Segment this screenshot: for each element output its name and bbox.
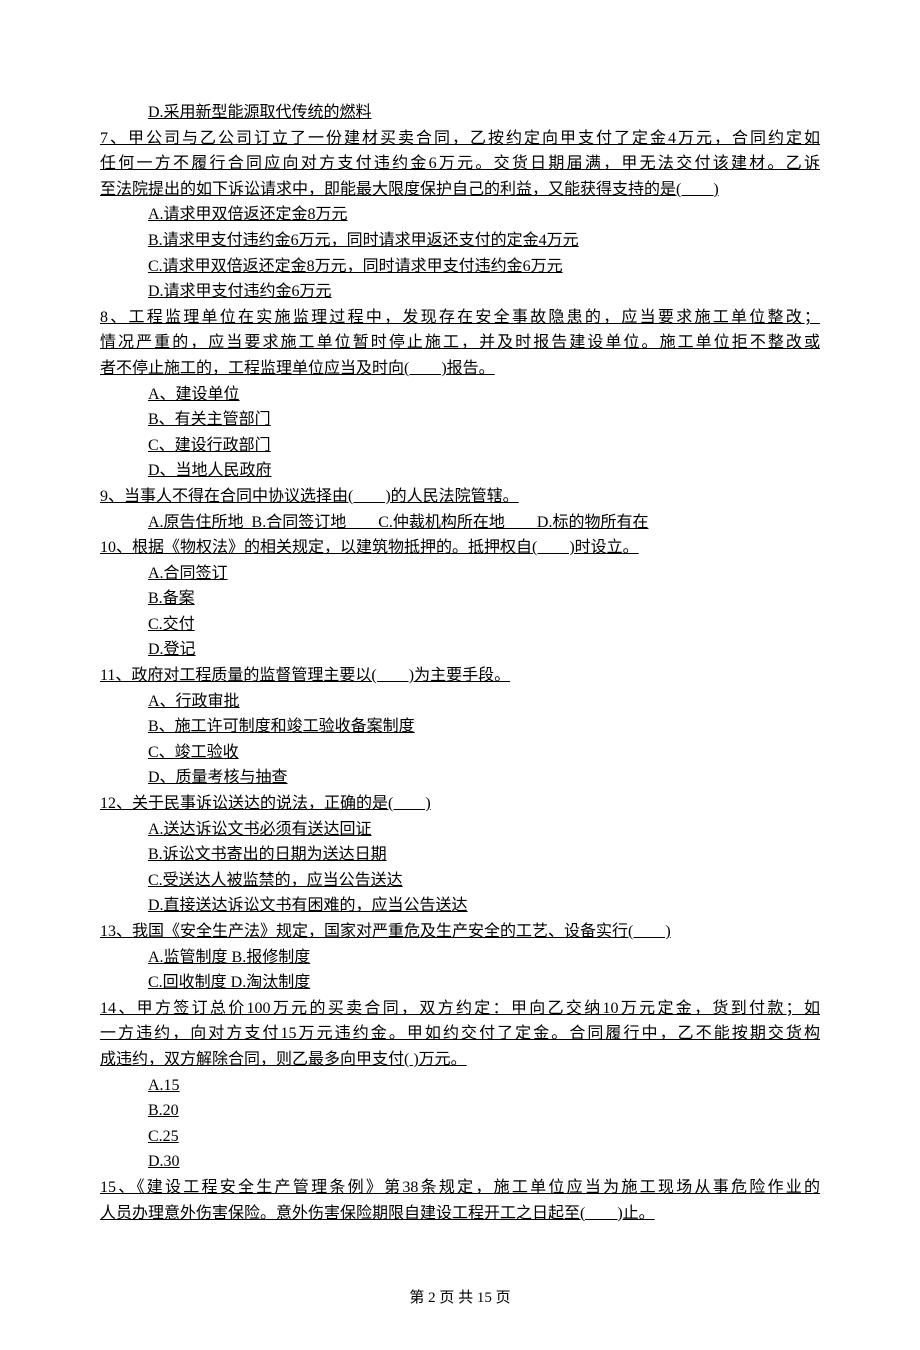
- q14-stem-line2: 一方违约，向对方支付15万元违约金。甲如约交付了定金。合同履行中，乙不能按期交货…: [100, 1021, 820, 1047]
- q11-option-c: C、竣工验收: [100, 740, 820, 766]
- q12-option-a: A.送达诉讼文书必须有送达回证: [100, 817, 820, 843]
- q14-option-d: D.30: [100, 1149, 820, 1175]
- q9-options: A.原告住所地 B.合同签订地 C.仲裁机构所在地 D.标的物所有在: [100, 510, 820, 536]
- q8-option-c: C、建设行政部门: [100, 433, 820, 459]
- q15-stem-line2: 人员办理意外伤害保险。意外伤害保险期限自建设工程开工之日起至( )止。: [100, 1201, 820, 1227]
- q7-option-a: A.请求甲双倍返还定金8万元: [100, 202, 820, 228]
- q10-option-a: A.合同签订: [100, 561, 820, 587]
- q11-stem: 11、政府对工程质量的监督管理主要以( )为主要手段。: [100, 663, 820, 689]
- q12-option-d: D.直接送达诉讼文书有困难的，应当公告送达: [100, 893, 820, 919]
- q14-option-c: C.25: [100, 1124, 820, 1150]
- q8-option-b: B、有关主管部门: [100, 407, 820, 433]
- q7-stem-line1: 7、甲公司与乙公司订立了一份建材买卖合同，乙按约定向甲支付了定金4万元，合同约定…: [100, 126, 820, 152]
- q8-option-a: A、建设单位: [100, 382, 820, 408]
- q7-stem-line2: 任何一方不履行合同应向对方支付违约金6万元。交货日期届满，甲无法交付该建材。乙诉: [100, 151, 820, 177]
- q11-option-a: A、行政审批: [100, 689, 820, 715]
- q8-stem-line3: 者不停止施工的，工程监理单位应当及时向( )报告。: [100, 356, 820, 382]
- q7-option-c: C.请求甲双倍返还定金8万元，同时请求甲支付违约金6万元: [100, 254, 820, 280]
- q8-stem-line1: 8、工程监理单位在实施监理过程中，发现存在安全事故隐患的，应当要求施工单位整改；: [100, 305, 820, 331]
- q10-stem: 10、根据《物权法》的相关规定，以建筑物抵押的。抵押权自( )时设立。: [100, 535, 820, 561]
- document-page: D.采用新型能源取代传统的燃料 7、甲公司与乙公司订立了一份建材买卖合同，乙按约…: [0, 0, 920, 1350]
- q10-option-c: C.交付: [100, 612, 820, 638]
- q13-options-cd: C.回收制度 D.淘汰制度: [100, 970, 820, 996]
- q8-stem-line2: 情况严重的，应当要求施工单位暂时停止施工，并及时报告建设单位。施工单位拒不整改或: [100, 330, 820, 356]
- q14-stem-line1: 14、甲方签订总价100万元的买卖合同，双方约定：甲向乙交纳10万元定金，货到付…: [100, 996, 820, 1022]
- q14-stem-line3: 成违约，双方解除合同，则乙最多向甲支付( )万元。: [100, 1047, 820, 1073]
- q10-option-d: D.登记: [100, 637, 820, 663]
- q9-stem: 9、当事人不得在合同中协议选择由( )的人民法院管辖。: [100, 484, 820, 510]
- q10-option-b: B.备案: [100, 586, 820, 612]
- q6-option-d: D.采用新型能源取代传统的燃料: [100, 100, 820, 126]
- q7-stem-line3: 至法院提出的如下诉讼请求中，即能最大限度保护自己的利益，又能获得支持的是( ): [100, 177, 820, 203]
- q12-stem: 12、关于民事诉讼送达的说法，正确的是( ): [100, 791, 820, 817]
- q14-option-b: B.20: [100, 1098, 820, 1124]
- q11-option-b: B、施工许可制度和竣工验收备案制度: [100, 714, 820, 740]
- q13-options-ab: A.监管制度 B.报修制度: [100, 945, 820, 971]
- q14-option-a: A.15: [100, 1073, 820, 1099]
- q12-option-c: C.受送达人被监禁的，应当公告送达: [100, 868, 820, 894]
- page-footer: 第 2 页 共 15 页: [100, 1286, 820, 1310]
- q7-option-b: B.请求甲支付违约金6万元，同时请求甲返还支付的定金4万元: [100, 228, 820, 254]
- q7-option-d: D.请求甲支付违约金6万元: [100, 279, 820, 305]
- q13-stem: 13、我国《安全生产法》规定，国家对严重危及生产安全的工艺、设备实行( ): [100, 919, 820, 945]
- q12-option-b: B.诉讼文书寄出的日期为送达日期: [100, 842, 820, 868]
- q15-stem-line1: 15、《建设工程安全生产管理条例》第38条规定，施工单位应当为施工现场从事危险作…: [100, 1175, 820, 1201]
- q11-option-d: D、质量考核与抽查: [100, 765, 820, 791]
- q8-option-d: D、当地人民政府: [100, 458, 820, 484]
